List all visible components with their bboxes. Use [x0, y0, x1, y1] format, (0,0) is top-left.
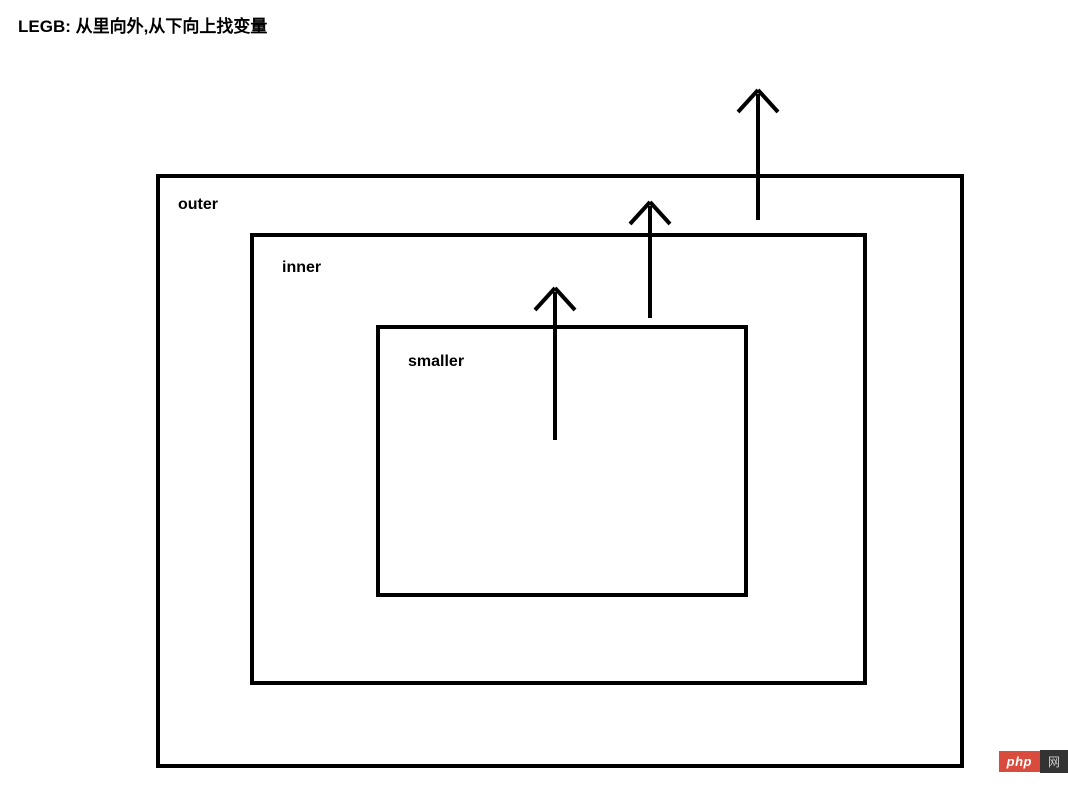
- smaller-label: smaller: [408, 353, 464, 371]
- outer-label: outer: [178, 196, 218, 214]
- watermark-php: php: [999, 751, 1040, 772]
- diagram-title: LEGB: 从里向外,从下向上找变量: [18, 12, 267, 37]
- watermark: php 网: [999, 750, 1068, 773]
- scope-smaller-box: smaller: [376, 325, 748, 597]
- watermark-cn: 网: [1040, 750, 1068, 773]
- inner-label: inner: [282, 259, 321, 277]
